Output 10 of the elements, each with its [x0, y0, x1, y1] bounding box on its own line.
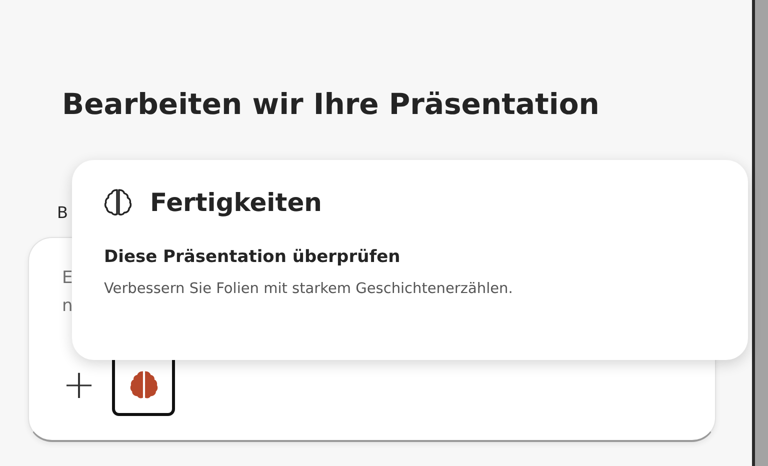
add-button[interactable]: + — [62, 368, 96, 402]
placeholder-text: n — [62, 295, 73, 318]
popup-title: Fertigkeiten — [150, 188, 322, 217]
brain-icon — [104, 188, 132, 217]
page-heading: Bearbeiten wir Ihre Präsentation — [62, 86, 600, 123]
placeholder-text: E — [62, 267, 73, 290]
skill-title[interactable]: Diese Präsentation überprüfen — [104, 247, 513, 267]
brain-icon — [130, 370, 158, 398]
prompt-label: B — [57, 202, 68, 224]
skill-description: Verbessern Sie Folien mit starkem Geschichtenerzählen. — [104, 281, 513, 297]
